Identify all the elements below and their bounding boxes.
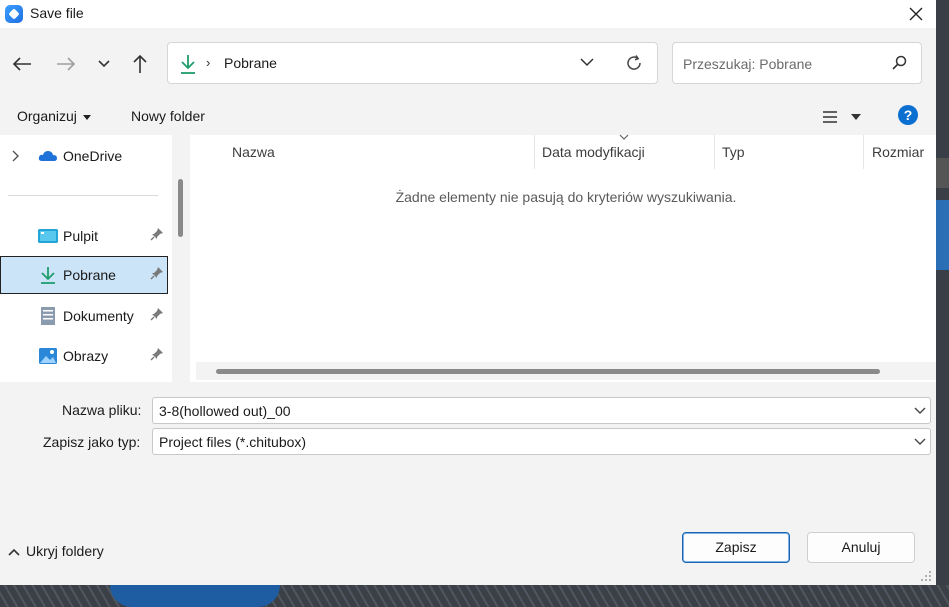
new-folder-button[interactable]: Nowy folder <box>131 108 205 124</box>
search-placeholder[interactable]: Przeszukaj: Pobrane <box>683 56 812 72</box>
save-button[interactable]: Zapisz <box>682 532 790 563</box>
title-bar: Save file <box>0 0 936 28</box>
background-model <box>110 585 280 607</box>
hide-folders-button[interactable]: Ukryj foldery <box>8 543 104 559</box>
background-app-text <box>936 158 949 188</box>
resize-grip-icon[interactable] <box>920 570 932 582</box>
pin-icon[interactable] <box>150 307 164 321</box>
file-list: Nazwa Data modyfikacji Typ Rozmiar Żadne… <box>190 134 936 382</box>
nav-item-label: Pobrane <box>63 267 116 283</box>
filetype-label: Zapisz jako typ: <box>43 434 141 450</box>
nav-item-pobrane[interactable]: Pobrane <box>0 256 168 294</box>
column-divider[interactable] <box>534 135 535 169</box>
document-icon <box>41 307 55 325</box>
background-app-edge <box>936 0 949 607</box>
caret-down-icon <box>82 114 91 120</box>
cancel-button[interactable]: Anuluj <box>807 532 915 563</box>
nav-item-label: OneDrive <box>63 148 123 164</box>
breadcrumb-chevron-icon: › <box>206 55 211 70</box>
nav-item-label: Dokumenty <box>63 308 134 324</box>
up-button[interactable] <box>128 52 152 76</box>
address-dropdown-icon[interactable] <box>580 57 594 67</box>
chevron-down-icon[interactable] <box>914 438 926 446</box>
address-bar[interactable]: › Pobrane <box>167 42 658 84</box>
chevron-down-icon <box>98 60 110 68</box>
search-icon[interactable] <box>891 55 907 71</box>
column-header-name[interactable]: Nazwa <box>232 144 275 160</box>
organize-menu-button[interactable]: Organizuj <box>17 108 91 124</box>
nav-item-obrazy[interactable]: Obrazy <box>0 337 168 375</box>
filename-field[interactable]: 3-8(hollowed out)_00 <box>152 397 931 424</box>
download-icon <box>181 55 195 74</box>
refresh-icon[interactable] <box>625 54 643 72</box>
nav-item-label: Pulpit <box>63 228 99 244</box>
column-header-size[interactable]: Rozmiar <box>872 144 924 160</box>
nav-item-pulpit[interactable]: Pulpit <box>0 217 168 255</box>
navigation-pane: OneDrive Pulpit Pobrane Dokumenty Obrazy <box>0 135 190 382</box>
pin-icon[interactable] <box>150 347 164 361</box>
close-button[interactable] <box>903 2 929 26</box>
arrow-left-icon <box>12 57 31 71</box>
save-file-dialog: Save file › Pobrane Przeszukaj: Pobrane <box>0 0 936 585</box>
app-icon <box>5 5 23 23</box>
breadcrumb-location[interactable]: Pobrane <box>224 55 277 71</box>
chevron-up-icon <box>8 549 20 556</box>
pictures-icon <box>39 348 57 364</box>
caret-down-icon <box>851 114 861 120</box>
horizontal-scrollbar-thumb[interactable] <box>216 369 880 374</box>
nav-item-dokumenty[interactable]: Dokumenty <box>0 297 168 335</box>
search-box[interactable]: Przeszukaj: Pobrane <box>672 42 922 84</box>
nav-item-onedrive[interactable]: OneDrive <box>0 137 168 175</box>
close-icon <box>909 7 923 21</box>
view-options-button[interactable] <box>822 108 864 126</box>
filename-value[interactable]: 3-8(hollowed out)_00 <box>159 403 291 419</box>
filetype-select[interactable]: Project files (*.chitubox) <box>152 428 931 455</box>
empty-message: Żadne elementy nie pasują do kryteriów w… <box>395 189 737 205</box>
desktop-icon <box>38 229 58 243</box>
list-view-icon <box>823 111 837 123</box>
filetype-value[interactable]: Project files (*.chitubox) <box>159 434 306 450</box>
nav-scrollbar-thumb[interactable] <box>178 179 183 237</box>
arrow-up-icon <box>133 54 147 73</box>
nav-divider <box>8 195 158 196</box>
column-header-date-modified[interactable]: Data modyfikacji <box>542 144 645 160</box>
nav-item-label: Obrazy <box>63 348 109 364</box>
hide-folders-label: Ukryj foldery <box>26 543 104 559</box>
column-divider[interactable] <box>714 135 715 169</box>
background-app-panel <box>936 200 949 270</box>
recent-locations-button[interactable] <box>92 52 116 76</box>
column-header-type[interactable]: Typ <box>722 144 745 160</box>
background-app-viewport <box>0 585 949 607</box>
back-button[interactable] <box>10 52 34 76</box>
help-button[interactable]: ? <box>898 105 918 125</box>
column-divider[interactable] <box>863 135 864 169</box>
pin-icon[interactable] <box>150 266 164 280</box>
arrow-right-icon <box>57 57 76 71</box>
navigation-row: › Pobrane Przeszukaj: Pobrane <box>0 28 936 98</box>
sort-arrow-icon <box>619 134 629 140</box>
horizontal-scrollbar[interactable] <box>196 362 936 380</box>
organize-label: Organizuj <box>17 108 77 124</box>
chevron-down-icon[interactable] <box>914 407 926 415</box>
window-title: Save file <box>30 5 84 21</box>
chevron-right-icon[interactable] <box>11 150 19 162</box>
filename-label: Nazwa pliku: <box>62 402 142 418</box>
download-icon <box>41 267 55 284</box>
onedrive-cloud-icon <box>38 151 57 161</box>
forward-button[interactable] <box>54 52 78 76</box>
nav-scrollbar[interactable] <box>172 135 190 382</box>
pin-icon[interactable] <box>150 227 164 241</box>
command-bar: Organizuj Nowy folder ? <box>0 98 936 135</box>
